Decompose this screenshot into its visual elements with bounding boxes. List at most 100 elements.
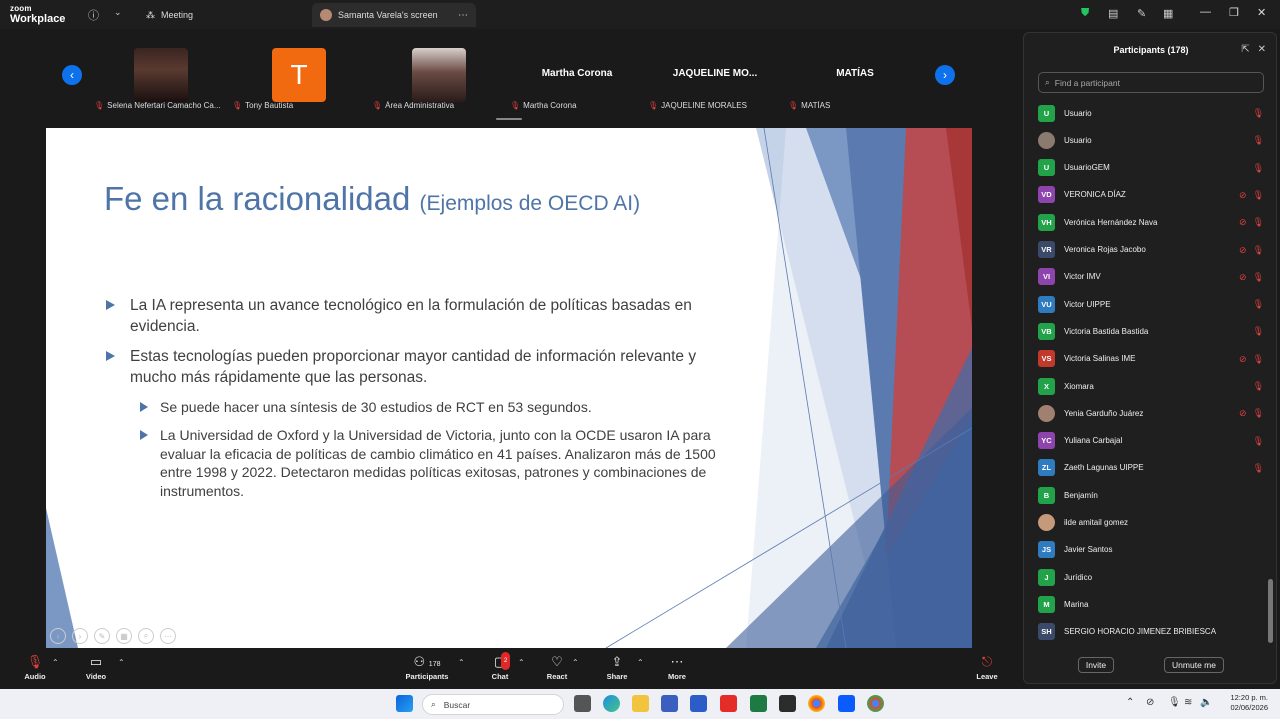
share-button[interactable]: ⇪ Share xyxy=(604,654,630,681)
tab-meeting[interactable]: ⁂ Meeting xyxy=(138,3,201,27)
mic-muted-icon: 🎙 xyxy=(1252,271,1264,282)
zoom-icon[interactable]: ⌕ xyxy=(138,628,154,644)
gallery-next-button[interactable]: › xyxy=(935,65,955,85)
leave-button[interactable]: ⎋ Leave xyxy=(974,654,1000,681)
pop-out-icon[interactable]: ⇱ xyxy=(1241,44,1249,55)
participants-icon: ⚇ 178 xyxy=(413,654,441,669)
tray-chevron-icon[interactable]: ⌃ xyxy=(1126,697,1134,708)
participant-row[interactable]: ilde amitail gomez xyxy=(1038,513,1264,533)
video-tile[interactable]: 🎙 Área Administrativa xyxy=(372,40,506,114)
prev-slide-icon[interactable]: ‹ xyxy=(50,628,66,644)
chevron-down-icon[interactable]: ⌄ xyxy=(114,7,122,18)
mic-muted-icon: 🎙 xyxy=(1252,108,1264,118)
participant-row[interactable]: VU Victor UIPPE 🎙 xyxy=(1038,294,1264,314)
tile-name: Selena Nefertari Camacho Ca... xyxy=(107,101,221,110)
gallery-prev-button[interactable]: ‹ xyxy=(62,65,82,85)
video-tile[interactable]: JAQUELINE MO... 🎙 JAQUELINE MORALES xyxy=(648,40,782,114)
taskbar-clock[interactable]: 12:20 p. m. 02/06/2026 xyxy=(1230,693,1268,713)
video-options-caret[interactable]: ⌃ xyxy=(118,658,125,667)
participant-row[interactable]: VR Veronica Rojas Jacobo ⊘ 🎙 xyxy=(1038,240,1264,260)
zoom-taskbar-icon[interactable] xyxy=(838,695,855,712)
edge-icon[interactable] xyxy=(603,695,620,712)
tray-app-icon[interactable]: ⊘ xyxy=(1146,697,1154,708)
chat-options-caret[interactable]: ⌃ xyxy=(518,658,525,667)
video-tile[interactable]: Martha Corona 🎙 Martha Corona xyxy=(510,40,644,114)
search-icon: ⌕ xyxy=(1045,77,1050,87)
participant-name: Victoria Bastida Bastida xyxy=(1064,326,1149,336)
participant-row[interactable]: X Xiomara 🎙 xyxy=(1038,376,1264,396)
store-icon[interactable] xyxy=(661,695,678,712)
pen-icon[interactable]: ✎ xyxy=(94,628,110,644)
participant-row[interactable]: Yenia Garduño Juárez ⊘ 🎙 xyxy=(1038,403,1264,423)
title-bar: zoom Workplace ⓘ ⌄ ⁂ Meeting Samanta Var… xyxy=(0,0,1280,29)
volume-icon[interactable]: 🔈 xyxy=(1200,697,1212,708)
participant-row[interactable]: JS Javier Santos xyxy=(1038,540,1264,560)
unmute-me-button[interactable]: Unmute me xyxy=(1164,657,1224,673)
participant-row[interactable]: YC Yuliana Carbajal 🎙 xyxy=(1038,431,1264,451)
participant-list-scrollbar[interactable] xyxy=(1268,99,1273,647)
participant-row[interactable]: VD VERONICA DÍAZ ⊘ 🎙 xyxy=(1038,185,1264,205)
chat-button[interactable]: ▢ 2 Chat xyxy=(488,652,512,681)
info-icon[interactable]: ⓘ xyxy=(88,7,99,23)
participants-options-caret[interactable]: ⌃ xyxy=(458,658,465,667)
scrollbar-thumb[interactable] xyxy=(1268,579,1273,643)
participant-row[interactable]: U Usuario 🎙 xyxy=(1038,103,1264,123)
participant-row[interactable]: U UsuarioGEM 🎙 xyxy=(1038,158,1264,178)
participant-row[interactable]: Usuario 🎙 xyxy=(1038,130,1264,150)
task-view-icon[interactable] xyxy=(574,695,591,712)
more-icon[interactable]: ⋯ xyxy=(160,628,176,644)
gallery-scroll-indicator[interactable] xyxy=(496,118,522,120)
minimize-icon[interactable]: — xyxy=(1200,6,1211,18)
slides-grid-icon[interactable]: ▦ xyxy=(116,628,132,644)
video-button[interactable]: ▭ Video xyxy=(83,654,109,681)
file-explorer-icon[interactable] xyxy=(632,695,649,712)
tray-mic-icon[interactable]: 🎙 xyxy=(1168,697,1181,708)
tab-shared-screen[interactable]: Samanta Varela's screen ⋯ xyxy=(312,3,476,27)
view-layout-icon[interactable]: ▦ xyxy=(1163,7,1173,20)
invite-button[interactable]: Invite xyxy=(1078,657,1114,673)
more-button[interactable]: ⋯ More xyxy=(664,654,690,681)
participant-row[interactable]: VI Victor IMV ⊘ 🎙 xyxy=(1038,267,1264,287)
slide-subbullet: Se puede hacer una síntesis de 30 estudi… xyxy=(140,398,750,417)
participant-row[interactable]: VB Victoria Bastida Bastida 🎙 xyxy=(1038,321,1264,341)
annotate-icon[interactable]: ✎ xyxy=(1137,7,1146,20)
excel-icon[interactable] xyxy=(750,695,767,712)
video-tile[interactable]: MATÍAS 🎙 MATÍAS xyxy=(788,40,922,114)
video-tile[interactable]: T 🎙 Tony Bautista xyxy=(232,40,366,114)
participant-row[interactable]: VH Verónica Hernández Nava ⊘ 🎙 xyxy=(1038,212,1264,232)
wifi-icon[interactable]: ≋ xyxy=(1184,697,1192,708)
app-icon[interactable] xyxy=(779,695,796,712)
video-tile[interactable]: 🎙 Selena Nefertari Camacho Ca... xyxy=(94,40,228,114)
share-options-caret[interactable]: ⌃ xyxy=(637,658,644,667)
react-label: React xyxy=(546,672,568,681)
youtube-icon[interactable] xyxy=(720,695,737,712)
word-icon[interactable] xyxy=(690,695,707,712)
participants-button[interactable]: ⚇ 178 Participants xyxy=(402,654,452,681)
audio-options-caret[interactable]: ⌃ xyxy=(52,658,59,667)
participant-row[interactable]: B Benjamín xyxy=(1038,485,1264,505)
participant-row[interactable]: J Jurídico xyxy=(1038,567,1264,587)
close-panel-icon[interactable]: ✕ xyxy=(1258,44,1266,55)
restore-icon[interactable]: ❐ xyxy=(1229,6,1239,19)
participant-row[interactable]: VS Victoria Salinas IME ⊘ 🎙 xyxy=(1038,349,1264,369)
notes-icon[interactable]: ▤ xyxy=(1108,7,1118,20)
participant-row[interactable]: SH SERGIO HORACIO JIMENEZ BRIBIESCA xyxy=(1038,622,1264,642)
next-slide-icon[interactable]: › xyxy=(72,628,88,644)
react-button[interactable]: ♡ React xyxy=(544,654,570,681)
participant-search-input[interactable]: ⌕ Find a participant xyxy=(1038,72,1264,93)
audio-button[interactable]: 🎙 Audio xyxy=(22,654,48,681)
windows-start-icon[interactable] xyxy=(396,695,413,712)
tile-big-name: Martha Corona xyxy=(541,68,613,79)
close-icon[interactable]: ✕ xyxy=(1257,6,1266,19)
participant-row[interactable]: ZL Zaeth Lagunas UIPPE 🎙 xyxy=(1038,458,1264,478)
participant-status: 🎙 xyxy=(1253,108,1264,119)
more-options-icon[interactable]: ⋯ xyxy=(458,10,468,21)
taskbar-search[interactable]: ⌕ Buscar xyxy=(422,694,564,715)
chrome-icon[interactable] xyxy=(867,695,884,712)
avatar: U xyxy=(1038,159,1055,177)
shield-icon[interactable]: ⛊ xyxy=(1081,7,1089,20)
clock-time: 12:20 p. m. xyxy=(1230,693,1268,702)
react-options-caret[interactable]: ⌃ xyxy=(572,658,579,667)
chrome-icon[interactable] xyxy=(808,695,825,712)
participant-row[interactable]: M Marina xyxy=(1038,594,1264,614)
